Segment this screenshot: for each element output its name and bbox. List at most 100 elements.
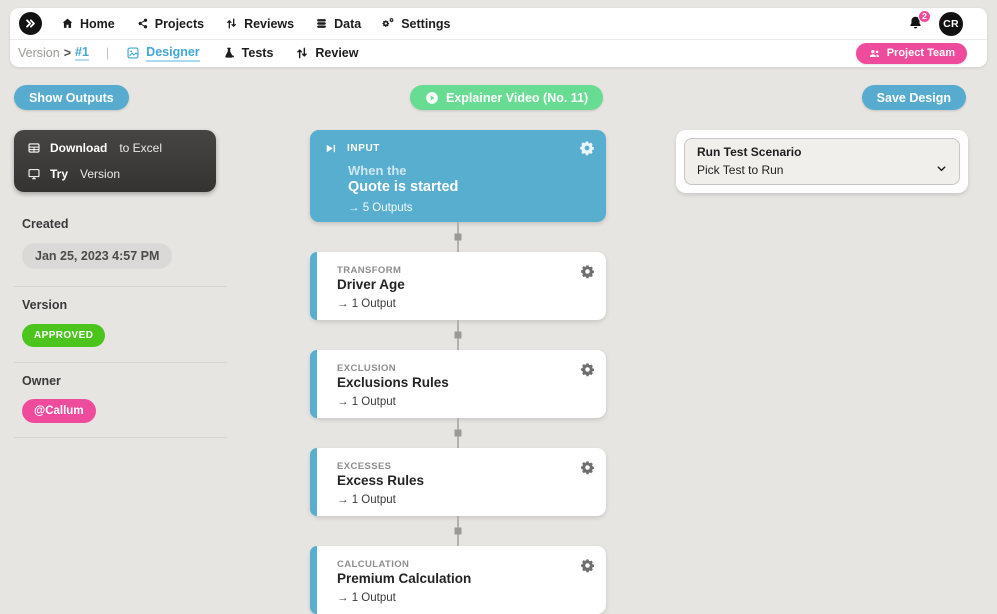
flow-node-exclusion[interactable]: EXCLUSION Exclusions Rules → 1 Output: [310, 350, 606, 418]
sidebar-divider: [14, 286, 227, 287]
menu-item-label-bold: Download: [50, 141, 108, 155]
flow-node-transform[interactable]: TRANSFORM Driver Age → 1 Output: [310, 252, 606, 320]
nav-label: Settings: [401, 16, 451, 31]
save-design-button[interactable]: Save Design: [861, 85, 966, 110]
node-title: Premium Calculation: [337, 571, 472, 586]
sidebar-divider: [14, 437, 227, 438]
connector-handle: [454, 527, 462, 535]
node-title: Quote is started: [348, 179, 459, 195]
nav-label: Home: [80, 16, 115, 31]
connector-handle: [454, 429, 462, 437]
node-settings-button[interactable]: [580, 460, 595, 475]
chevron-down-icon: [937, 166, 946, 172]
share-nodes-icon: [138, 18, 147, 29]
connector-line: [454, 320, 462, 350]
tab-label: Review: [315, 46, 359, 60]
node-settings-button[interactable]: [580, 362, 595, 377]
node-settings-button[interactable]: [580, 558, 595, 573]
node-title: Driver Age: [337, 277, 405, 292]
gear-icon: [581, 559, 594, 573]
node-settings-button[interactable]: [579, 140, 595, 156]
version-label: Version: [18, 46, 60, 60]
node-outputs: → 1 Output: [337, 298, 396, 310]
skip-play-icon: [326, 144, 336, 153]
node-outputs: → 1 Output: [337, 494, 396, 506]
version-status-badge[interactable]: APPROVED: [22, 324, 106, 347]
node-accent-strip: [310, 350, 317, 418]
double-chevron-icon: [26, 19, 35, 28]
project-team-label: Project Team: [886, 47, 955, 59]
database-icon: [317, 19, 326, 28]
subnav-divider: |: [105, 46, 110, 60]
pull-request-icon: [297, 47, 308, 59]
tab-label: Designer: [146, 45, 200, 62]
menu-item-label: to Excel: [119, 141, 163, 155]
notification-badge: 2: [918, 9, 931, 23]
nav-label: Reviews: [244, 16, 295, 31]
nav-item-reviews[interactable]: Reviews: [225, 17, 294, 31]
menu-item-label: Version: [80, 167, 121, 181]
flow-node-excesses[interactable]: EXCESSES Excess Rules → 1 Output: [310, 448, 606, 516]
node-title: Exclusions Rules: [337, 375, 449, 390]
tab-review[interactable]: Review: [295, 46, 359, 60]
header-right: 2 CR: [907, 9, 963, 36]
download-to-excel-item[interactable]: Download to Excel: [14, 135, 216, 161]
gears-icon: [382, 17, 394, 27]
explainer-video-button[interactable]: Explainer Video (No. 11): [410, 85, 604, 110]
created-label: Created: [22, 217, 69, 231]
nav-label: Projects: [154, 16, 205, 31]
tab-label: Tests: [241, 46, 274, 60]
connector-line: [454, 516, 462, 546]
node-type-label: EXCESSES: [337, 461, 392, 472]
node-type-label: INPUT: [347, 143, 380, 154]
node-subtitle: When the: [348, 163, 407, 178]
try-version-item[interactable]: Try Version: [14, 161, 216, 187]
node-type-label: CALCULATION: [337, 559, 410, 570]
nav-item-data[interactable]: Data: [315, 17, 361, 31]
flow-node-input[interactable]: INPUT When the Quote is started → 5 Outp…: [310, 130, 606, 222]
version-actions-menu: Download to Excel Try Version: [14, 130, 216, 192]
node-accent-strip: [310, 546, 317, 614]
connector-line: [454, 222, 462, 252]
spreadsheet-icon: [28, 143, 40, 153]
main-nav: Home Projects Reviews Data Settings 2 CR: [10, 8, 987, 40]
node-type-label: EXCLUSION: [337, 363, 397, 374]
sub-nav: Version > #1 | Designer Tests Review Pro…: [10, 40, 987, 66]
people-icon: [869, 49, 879, 57]
nav-item-home[interactable]: Home: [61, 17, 115, 31]
play-circle-icon: [426, 91, 438, 104]
project-team-button[interactable]: Project Team: [855, 42, 967, 64]
owner-label: Owner: [22, 374, 61, 388]
test-dropdown-value: Pick Test to Run: [697, 163, 784, 177]
node-outputs: → 5 Outputs: [348, 202, 413, 214]
owner-chip[interactable]: @Callum: [22, 399, 96, 423]
test-scenario-dropdown[interactable]: Run Test Scenario Pick Test to Run: [684, 138, 960, 185]
flask-icon: [224, 47, 234, 58]
tab-tests[interactable]: Tests: [222, 46, 274, 60]
node-accent-strip: [310, 448, 317, 516]
user-avatar[interactable]: CR: [939, 11, 963, 36]
gear-icon: [581, 265, 594, 279]
version-section-label: Version: [22, 298, 68, 312]
nav-label: Data: [334, 16, 362, 31]
version-separator: >: [63, 46, 72, 60]
home-icon: [62, 18, 73, 28]
tab-designer[interactable]: Designer: [126, 45, 200, 62]
pull-request-icon: [227, 18, 237, 29]
header: Home Projects Reviews Data Settings 2 CR…: [10, 8, 987, 67]
node-settings-button[interactable]: [580, 264, 595, 279]
nav-item-settings[interactable]: Settings: [382, 16, 451, 31]
designer-canvas-icon: [127, 47, 139, 59]
node-type-label: TRANSFORM: [337, 265, 402, 276]
show-outputs-button[interactable]: Show Outputs: [14, 85, 129, 110]
sidebar-divider: [14, 362, 227, 363]
flow-node-calculation[interactable]: CALCULATION Premium Calculation → 1 Outp…: [310, 546, 606, 614]
connector-handle: [454, 233, 462, 241]
notifications-button[interactable]: 2: [907, 9, 931, 33]
monitor-icon: [28, 169, 40, 180]
nav-item-projects[interactable]: Projects: [136, 17, 204, 31]
version-number-link[interactable]: #1: [75, 45, 89, 61]
flow-canvas: INPUT When the Quote is started → 5 Outp…: [310, 130, 606, 614]
node-accent-strip: [310, 252, 317, 320]
app-logo[interactable]: [19, 12, 42, 35]
